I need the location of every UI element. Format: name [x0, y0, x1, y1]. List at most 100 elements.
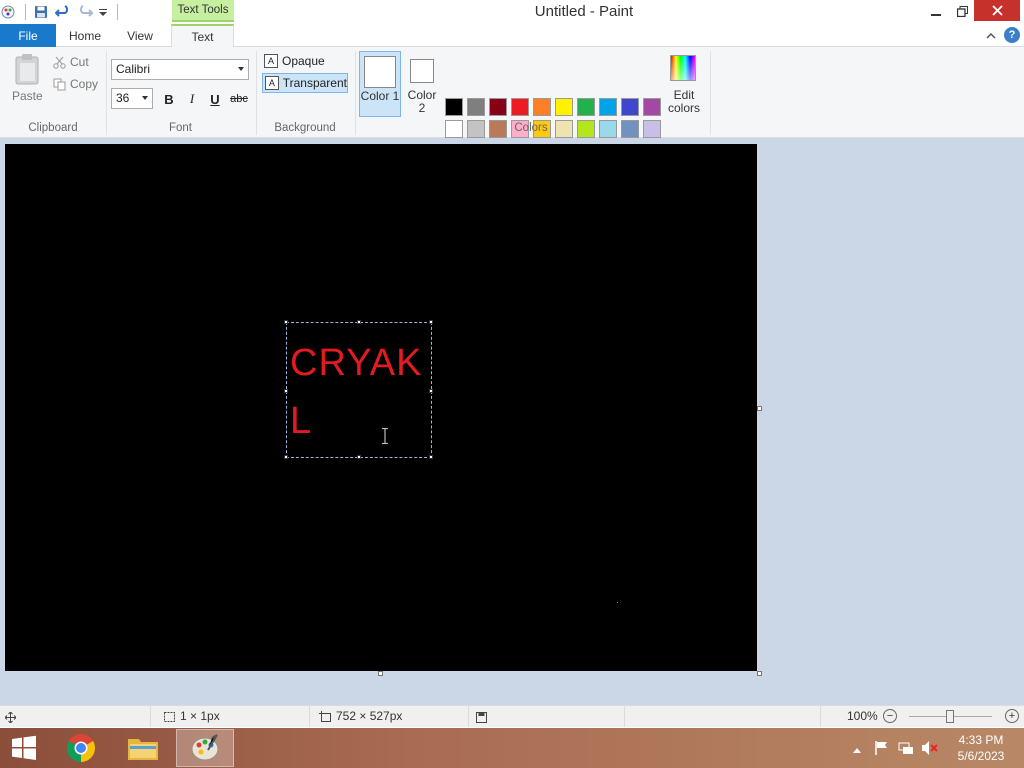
- action-center-flag-icon[interactable]: [873, 739, 891, 757]
- selection-size-icon: [162, 708, 176, 726]
- taskbar: 4:33 PM 5/6/2023: [0, 728, 1024, 768]
- file-size-icon: [474, 708, 488, 726]
- status-separator: [820, 706, 821, 727]
- strikethrough-button[interactable]: abc: [228, 90, 250, 108]
- palette-swatch[interactable]: [467, 98, 485, 116]
- font-family-combo[interactable]: Calibri: [111, 59, 249, 80]
- ribbon: Paste Cut Copy Clipboard Calibri 36 B I …: [0, 47, 1024, 160]
- font-size-combo[interactable]: 36: [111, 88, 153, 109]
- canvas-resize-handle-corner[interactable]: [757, 671, 762, 676]
- clock-time: 4:33 PM: [958, 733, 1004, 747]
- transparent-label: Transparent: [282, 76, 347, 90]
- tab-text[interactable]: Text: [171, 24, 234, 48]
- cut-button[interactable]: Cut: [70, 55, 89, 69]
- tab-view[interactable]: View: [116, 24, 164, 47]
- copy-button[interactable]: Copy: [70, 77, 98, 91]
- collapse-ribbon-icon[interactable]: [984, 27, 998, 45]
- clock-date: 5/6/2023: [957, 749, 1005, 763]
- canvas-resize-handle-right[interactable]: [757, 406, 762, 411]
- resize-handle[interactable]: [284, 320, 288, 324]
- start-button[interactable]: [0, 729, 48, 767]
- image-size-icon: [318, 708, 332, 726]
- resize-handle[interactable]: [284, 455, 288, 459]
- italic-button[interactable]: I: [183, 90, 201, 108]
- text-box[interactable]: CRYAK L: [284, 320, 433, 459]
- color1-label: Color 1: [360, 89, 400, 103]
- selection-size: 1 × 1px: [180, 709, 220, 723]
- volume-muted-icon[interactable]: [920, 739, 940, 757]
- paste-icon[interactable]: [12, 52, 42, 86]
- color1-swatch: [364, 56, 396, 88]
- color2-button[interactable]: Color 2: [403, 51, 441, 117]
- paste-button[interactable]: Paste: [12, 89, 43, 103]
- help-icon[interactable]: ?: [1004, 27, 1020, 43]
- resize-handle[interactable]: [284, 389, 288, 393]
- palette-swatch[interactable]: [511, 98, 529, 116]
- title-bar: Text Tools Untitled - Paint: [0, 0, 1024, 24]
- resize-handle[interactable]: [429, 389, 433, 393]
- canvas-resize-handle-bottom[interactable]: [378, 671, 383, 676]
- status-separator: [468, 706, 469, 727]
- font-family-value: Calibri: [116, 62, 151, 76]
- canvas-text-line: CRYAK: [290, 342, 423, 384]
- move-cursor-icon: [4, 708, 16, 726]
- copy-icon[interactable]: [52, 75, 66, 93]
- palette-swatch[interactable]: [445, 98, 463, 116]
- bold-button[interactable]: B: [160, 90, 178, 108]
- group-label-clipboard: Clipboard: [28, 122, 78, 134]
- color2-swatch: [410, 59, 434, 83]
- opaque-option[interactable]: A Opaque: [262, 51, 348, 71]
- group-separator: [256, 51, 257, 135]
- palette-swatch[interactable]: [533, 98, 551, 116]
- chrome-taskbar-icon[interactable]: [52, 729, 110, 767]
- file-explorer-taskbar-icon[interactable]: [114, 729, 172, 767]
- zoom-slider-thumb[interactable]: [946, 710, 954, 723]
- font-size-value: 36: [116, 91, 130, 105]
- edit-colors-button[interactable]: Edit colors: [664, 51, 704, 117]
- status-separator: [150, 706, 151, 727]
- palette-swatch[interactable]: [577, 98, 595, 116]
- canvas-text: CRYAK L: [290, 334, 422, 450]
- opaque-icon: A: [264, 54, 278, 68]
- close-button[interactable]: [974, 0, 1020, 21]
- system-clock[interactable]: 4:33 PM 5/6/2023: [945, 732, 1017, 764]
- stray-pixel: [617, 602, 618, 603]
- ribbon-tab-row: File Home View Text ?: [0, 24, 1024, 48]
- workspace[interactable]: CRYAK L: [0, 138, 1024, 705]
- image-size: 752 × 527px: [336, 709, 403, 723]
- status-separator: [309, 706, 310, 727]
- network-icon[interactable]: [897, 739, 915, 757]
- window-title: Untitled - Paint: [534, 3, 634, 20]
- resize-handle[interactable]: [357, 455, 361, 459]
- palette-swatch[interactable]: [621, 98, 639, 116]
- show-hidden-icons-icon[interactable]: [850, 741, 864, 759]
- zoom-in-button[interactable]: +: [1005, 709, 1019, 723]
- zoom-out-button[interactable]: −: [883, 709, 897, 723]
- chevron-down-icon: [238, 67, 244, 71]
- palette-swatch[interactable]: [489, 98, 507, 116]
- palette-swatch[interactable]: [555, 98, 573, 116]
- minimize-button[interactable]: [922, 0, 950, 22]
- status-bar: 1 × 1px 752 × 527px 100% − +: [0, 705, 1024, 727]
- palette-swatch[interactable]: [643, 98, 661, 116]
- transparent-option[interactable]: A Transparent: [262, 73, 348, 93]
- underline-button[interactable]: U: [206, 90, 224, 108]
- restore-button[interactable]: [948, 0, 976, 22]
- opaque-label: Opaque: [282, 54, 325, 68]
- palette-swatch[interactable]: [599, 98, 617, 116]
- palette-swatch[interactable]: [621, 120, 639, 138]
- resize-handle[interactable]: [429, 455, 433, 459]
- color-spectrum-icon: [670, 55, 696, 81]
- tab-file[interactable]: File: [0, 24, 56, 47]
- group-separator: [355, 51, 356, 135]
- edit-colors-label: Edit colors: [667, 88, 700, 115]
- tab-home[interactable]: Home: [62, 24, 108, 47]
- color1-button[interactable]: Color 1: [359, 51, 401, 117]
- canvas-text-line: L: [290, 400, 313, 442]
- palette-swatch[interactable]: [643, 120, 661, 138]
- paint-taskbar-icon[interactable]: [176, 729, 234, 767]
- cut-icon[interactable]: [52, 53, 66, 71]
- resize-handle[interactable]: [357, 320, 361, 324]
- drawing-canvas[interactable]: CRYAK L: [5, 144, 757, 671]
- resize-handle[interactable]: [429, 320, 433, 324]
